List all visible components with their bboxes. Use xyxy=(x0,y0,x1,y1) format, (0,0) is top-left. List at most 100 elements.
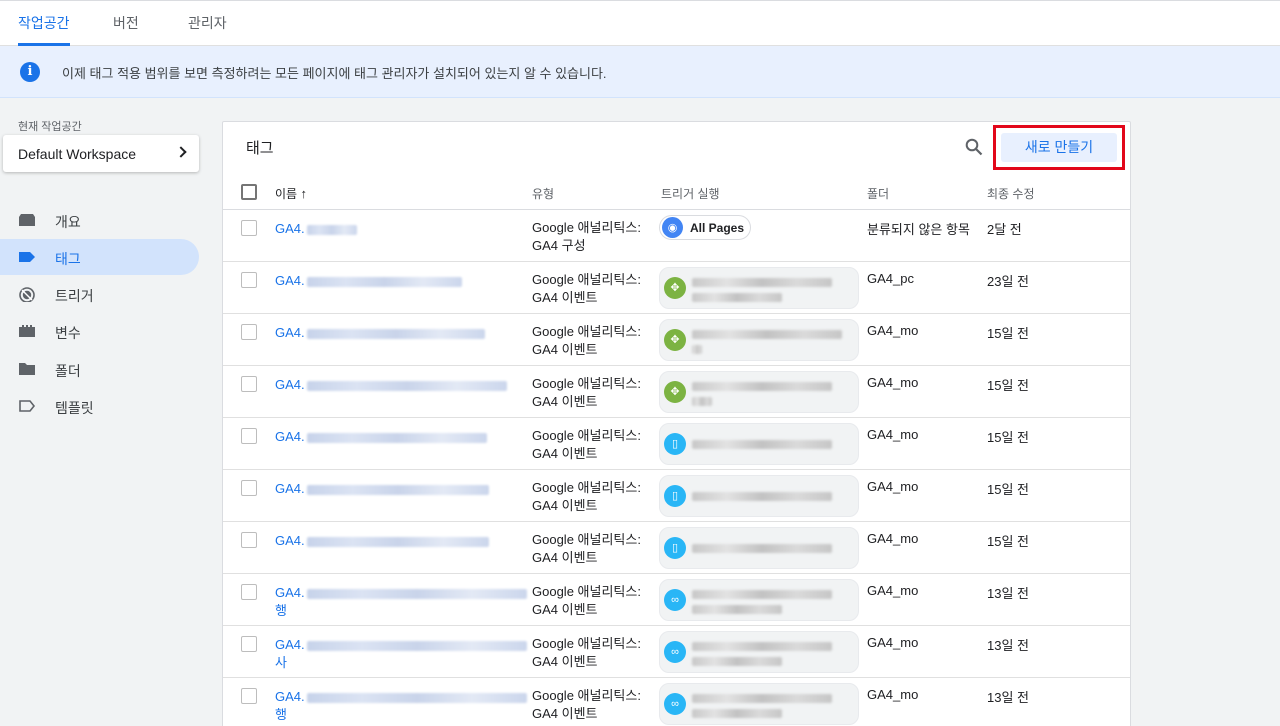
tag-name-link[interactable]: GA4. xyxy=(275,532,530,550)
tag-name-link[interactable]: GA4. xyxy=(275,428,530,446)
redacted-trigger-name xyxy=(692,382,832,391)
new-button[interactable]: 새로 만들기 xyxy=(1001,133,1117,162)
table-row[interactable]: GA4. Google 애널리틱스: GA4 이벤트 ✥ GA4_mo 15일 전 xyxy=(223,314,1130,366)
table-row[interactable]: GA4. 행 Google 애널리틱스: GA4 이벤트 ∞ GA4_mo 13일 전 xyxy=(223,678,1130,726)
redacted-trigger-name xyxy=(692,293,782,302)
link-icon: ∞ xyxy=(664,589,686,611)
tab-admin[interactable]: 관리자 xyxy=(188,1,227,46)
row-checkbox[interactable] xyxy=(241,272,257,288)
tag-name-link[interactable]: GA4. xyxy=(275,272,530,290)
search-icon[interactable] xyxy=(965,138,983,156)
redacted-text xyxy=(306,276,462,287)
row-checkbox[interactable] xyxy=(241,324,257,340)
tag-name-link[interactable]: GA4. 행 xyxy=(275,688,530,724)
table-header: 이름 ↑ 유형 트리거 실행 폴더 최종 수정 xyxy=(223,174,1130,210)
tag-type-line1: Google 애널리틱스: xyxy=(532,636,641,651)
column-header-name[interactable]: 이름 ↑ xyxy=(275,185,307,202)
tag-name-link[interactable]: GA4. 사 xyxy=(275,636,530,672)
eye-icon: ◉ xyxy=(662,217,683,238)
table-row[interactable]: GA4. Google 애널리틱스: GA4 이벤트 ▯ GA4_mo 15일 전 xyxy=(223,470,1130,522)
tag-name-text: GA4. xyxy=(275,429,305,444)
trigger-chip[interactable]: ∞ xyxy=(659,631,859,673)
tag-type-line1: Google 애널리틱스: xyxy=(532,324,641,339)
redacted-text xyxy=(306,588,527,599)
tag-last-modified: 15일 전 xyxy=(987,430,1029,445)
row-checkbox[interactable] xyxy=(241,532,257,548)
tab-workspace[interactable]: 작업공간 xyxy=(18,1,70,46)
row-checkbox[interactable] xyxy=(241,688,257,704)
sidebar-item-label: 태그 xyxy=(55,251,81,267)
column-header-trigger[interactable]: 트리거 실행 xyxy=(661,185,720,202)
template-icon xyxy=(19,400,36,412)
row-checkbox[interactable] xyxy=(241,480,257,496)
sidebar-item-overview[interactable]: 개요 xyxy=(0,202,199,238)
card-title: 태그 xyxy=(246,140,274,157)
column-header-name-label: 이름 xyxy=(275,187,298,201)
tag-type: Google 애널리틱스: GA4 이벤트 xyxy=(532,531,641,567)
mouse-icon: ▯ xyxy=(664,537,686,559)
table-row[interactable]: GA4. 사 Google 애널리틱스: GA4 이벤트 ∞ GA4_mo 13일 전 xyxy=(223,626,1130,678)
tag-name-text-line2: 행 xyxy=(275,707,287,722)
select-all-checkbox[interactable] xyxy=(241,184,257,200)
tag-type: Google 애널리틱스: GA4 이벤트 xyxy=(532,583,641,619)
sidebar-item-label: 개요 xyxy=(55,214,81,230)
tag-name-link[interactable]: GA4. xyxy=(275,376,530,394)
tab-versions[interactable]: 버전 xyxy=(113,1,139,46)
table-row[interactable]: GA4. 행 Google 애널리틱스: GA4 이벤트 ∞ GA4_mo 13일 전 xyxy=(223,574,1130,626)
trigger-chip[interactable]: ◉ All Pages xyxy=(659,215,751,240)
redacted-trigger-name xyxy=(692,440,832,449)
tag-folder: GA4_mo xyxy=(867,427,919,442)
table-row[interactable]: GA4. Google 애널리틱스: GA4 구성 ◉ All Pages 분류되지 않은… xyxy=(223,210,1130,262)
tag-name-link[interactable]: GA4. xyxy=(275,480,530,498)
tag-type-line2: GA4 이벤트 xyxy=(532,446,598,461)
table-row[interactable]: GA4. Google 애널리틱스: GA4 이벤트 ✥ GA4_pc 23일 전 xyxy=(223,262,1130,314)
trigger-chip[interactable]: ✥ xyxy=(659,319,859,361)
column-header-type[interactable]: 유형 xyxy=(532,185,554,202)
table-row[interactable]: GA4. Google 애널리틱스: GA4 이벤트 ▯ GA4_mo 15일 전 xyxy=(223,418,1130,470)
variable-icon xyxy=(19,325,35,337)
trigger-chip[interactable]: ▯ xyxy=(659,527,859,569)
sidebar-item-variables[interactable]: 변수 xyxy=(0,313,199,349)
row-checkbox[interactable] xyxy=(241,584,257,600)
tag-name-text: GA4. xyxy=(275,377,305,392)
tag-name-link[interactable]: GA4. xyxy=(275,220,530,238)
trigger-chip[interactable]: ▯ xyxy=(659,475,859,517)
row-checkbox[interactable] xyxy=(241,376,257,392)
tag-folder: GA4_mo xyxy=(867,323,919,338)
table-row[interactable]: GA4. Google 애널리틱스: GA4 이벤트 ▯ GA4_mo 15일 전 xyxy=(223,522,1130,574)
sidebar-item-templates[interactable]: 템플릿 xyxy=(0,388,199,424)
tag-name-link[interactable]: GA4. xyxy=(275,324,530,342)
redacted-trigger-name xyxy=(692,330,842,339)
tag-name-text: GA4. xyxy=(275,221,305,236)
trigger-chip[interactable]: ✥ xyxy=(659,267,859,309)
row-checkbox[interactable] xyxy=(241,428,257,444)
table-row[interactable]: GA4. Google 애널리틱스: GA4 이벤트 ✥ GA4_mo 15일 전 xyxy=(223,366,1130,418)
column-header-folder[interactable]: 폴더 xyxy=(867,185,889,202)
row-checkbox[interactable] xyxy=(241,220,257,236)
tag-name-text: GA4. xyxy=(275,325,305,340)
redacted-trigger-name xyxy=(692,709,782,718)
tag-folder: GA4_mo xyxy=(867,479,919,494)
column-header-modified[interactable]: 최종 수정 xyxy=(987,185,1035,202)
tag-name-text: GA4. xyxy=(275,689,305,704)
mouse-icon: ▯ xyxy=(664,485,686,507)
trigger-chip[interactable]: ∞ xyxy=(659,683,859,725)
trigger-chip[interactable]: ∞ xyxy=(659,579,859,621)
tag-type-line2: GA4 이벤트 xyxy=(532,290,598,305)
redacted-text xyxy=(306,536,489,547)
click-icon: ✥ xyxy=(664,381,686,403)
sidebar-item-label: 트리거 xyxy=(55,288,94,304)
tag-name-link[interactable]: GA4. 행 xyxy=(275,584,530,620)
sidebar-item-triggers[interactable]: 트리거 xyxy=(0,276,199,312)
trigger-chip[interactable]: ✥ xyxy=(659,371,859,413)
tag-last-modified: 15일 전 xyxy=(987,482,1029,497)
tag-icon xyxy=(19,252,35,262)
sidebar-item-tags[interactable]: 태그 xyxy=(0,239,199,275)
workspace-selector[interactable]: Default Workspace xyxy=(3,135,199,172)
sidebar-item-folders[interactable]: 폴더 xyxy=(0,351,199,387)
trigger-chip[interactable]: ▯ xyxy=(659,423,859,465)
row-checkbox[interactable] xyxy=(241,636,257,652)
workspace-name: Default Workspace xyxy=(18,146,137,162)
redacted-trigger-name xyxy=(692,397,712,406)
tag-last-modified: 15일 전 xyxy=(987,534,1029,549)
